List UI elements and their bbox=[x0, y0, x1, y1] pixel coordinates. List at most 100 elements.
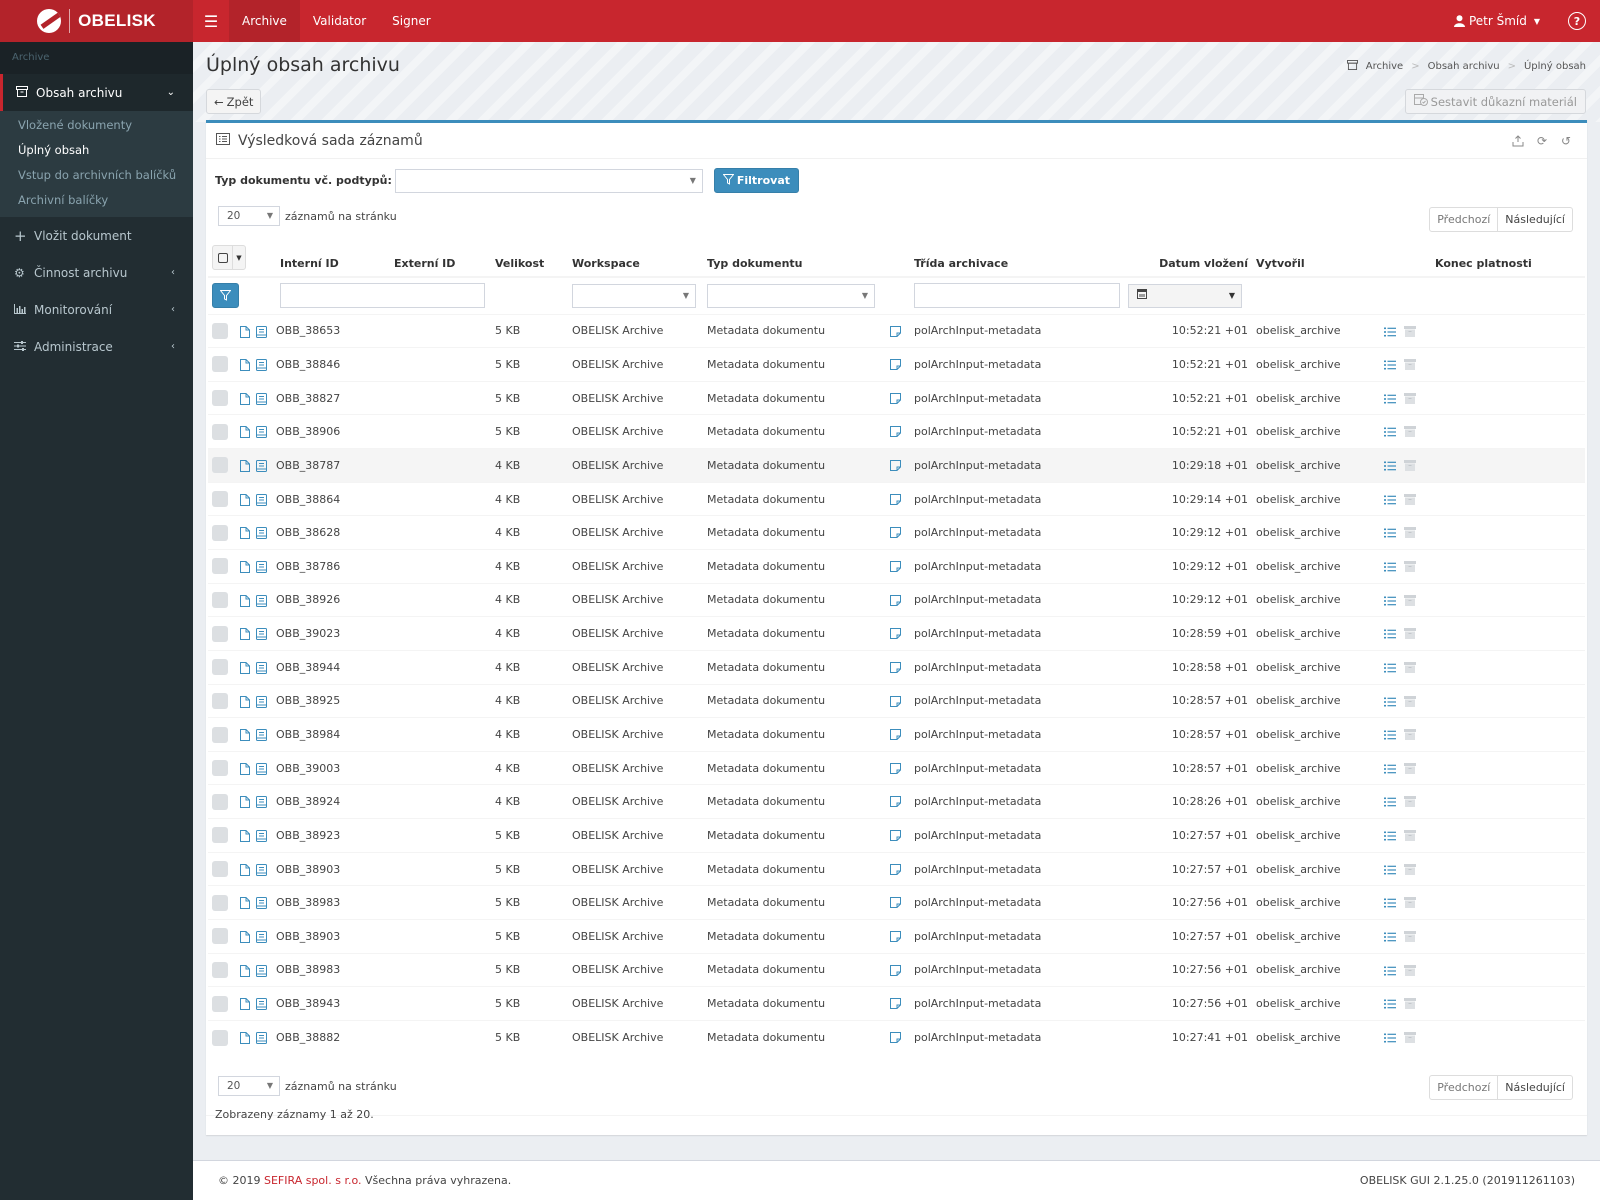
row-checkbox[interactable] bbox=[212, 760, 228, 777]
document-type-detail-icon[interactable] bbox=[890, 964, 901, 979]
internal-id[interactable]: OBB_38906 bbox=[276, 425, 340, 438]
previous-page-button[interactable]: Předchozí bbox=[1429, 207, 1499, 232]
document-icon[interactable] bbox=[240, 931, 250, 946]
list-details-icon[interactable] bbox=[1384, 327, 1396, 340]
sidebar-subitem-vlozene-dokumenty[interactable]: Vložené dokumenty bbox=[0, 113, 193, 138]
archive-class-filter-input[interactable] bbox=[914, 283, 1120, 309]
build-evidence-button[interactable]: Sestavit důkazní materiál bbox=[1404, 89, 1586, 114]
document-icon[interactable] bbox=[240, 359, 250, 374]
document-icon[interactable] bbox=[240, 964, 250, 980]
document-type-detail-icon[interactable] bbox=[890, 325, 901, 340]
document-icon[interactable] bbox=[240, 460, 250, 475]
column-header-archive-class[interactable]: Třída archivace bbox=[910, 243, 1124, 278]
internal-id[interactable]: OBB_38926 bbox=[276, 593, 340, 606]
internal-id[interactable]: OBB_39003 bbox=[276, 762, 340, 775]
previous-page-button[interactable]: Předchozí bbox=[1429, 1075, 1499, 1100]
document-icon[interactable] bbox=[240, 796, 250, 811]
table-row[interactable]: OBB_38983 5 KB OBELISK Archive Metadata dok… bbox=[208, 952, 1585, 987]
table-row[interactable]: OBB_38786 4 KB OBELISK Archive Metadata dok… bbox=[208, 548, 1585, 584]
row-checkbox[interactable] bbox=[212, 1029, 228, 1046]
document-type-detail-icon[interactable] bbox=[890, 762, 901, 777]
user-menu[interactable]: Petr Šmíd ▼ bbox=[1453, 14, 1568, 28]
list-details-icon[interactable] bbox=[1384, 797, 1396, 810]
table-row[interactable]: OBB_38984 4 KB OBELISK Archive Metadata dok… bbox=[208, 717, 1585, 752]
breadcrumb-item-archive[interactable]: Archive bbox=[1366, 61, 1403, 72]
document-type-detail-icon[interactable] bbox=[890, 628, 901, 642]
metadata-book-icon[interactable] bbox=[256, 493, 267, 509]
list-details-icon[interactable] bbox=[1384, 1033, 1396, 1046]
internal-id[interactable]: OBB_38903 bbox=[276, 930, 340, 943]
apply-column-filters-button[interactable] bbox=[212, 283, 239, 309]
internal-id[interactable]: OBB_38943 bbox=[276, 997, 340, 1010]
document-icon[interactable] bbox=[240, 1031, 250, 1047]
sidebar-item-monitorovani[interactable]: Monitorování ‹ bbox=[0, 291, 193, 328]
sidebar-item-cinnost-archivu[interactable]: ⚙ Činnost archivu ‹ bbox=[0, 254, 193, 291]
brand-logo[interactable]: OBELISK bbox=[0, 0, 193, 42]
column-header-size[interactable]: Velikost bbox=[491, 243, 568, 278]
list-details-icon[interactable] bbox=[1384, 663, 1396, 676]
sidebar-item-obsah-archivu[interactable]: Obsah archivu ⌄ bbox=[0, 74, 193, 111]
row-checkbox[interactable] bbox=[212, 659, 228, 676]
document-type-filter-select[interactable]: ▼ bbox=[707, 283, 875, 308]
row-checkbox[interactable] bbox=[212, 726, 228, 743]
metadata-book-icon[interactable] bbox=[256, 998, 267, 1013]
column-header-external-id[interactable]: Externí ID bbox=[390, 243, 491, 278]
row-checkbox[interactable] bbox=[212, 524, 228, 541]
list-details-icon[interactable] bbox=[1384, 966, 1396, 979]
next-page-button[interactable]: Následující bbox=[1498, 207, 1573, 232]
document-type-detail-icon[interactable] bbox=[890, 493, 901, 508]
company-link[interactable]: SEFIRA spol. s r.o. bbox=[264, 1174, 362, 1187]
row-checkbox[interactable] bbox=[212, 356, 228, 373]
metadata-book-icon[interactable] bbox=[256, 729, 267, 744]
table-row[interactable]: OBB_38628 4 KB OBELISK Archive Metadata dok… bbox=[208, 515, 1585, 550]
table-row[interactable]: OBB_38924 4 KB OBELISK Archive Metadata dok… bbox=[208, 784, 1585, 819]
row-checkbox[interactable] bbox=[212, 928, 228, 945]
table-row[interactable]: OBB_39023 4 KB OBELISK Archive Metadata dok… bbox=[208, 616, 1585, 651]
row-checkbox[interactable] bbox=[212, 491, 228, 508]
internal-id[interactable]: OBB_38903 bbox=[276, 863, 340, 876]
back-button[interactable]: ← Zpět bbox=[206, 89, 262, 114]
table-row[interactable]: OBB_38903 5 KB OBELISK Archive Metadata dok… bbox=[208, 919, 1585, 954]
internal-id[interactable]: OBB_38786 bbox=[276, 560, 340, 573]
export-icon[interactable] bbox=[1507, 130, 1529, 152]
row-checkbox[interactable] bbox=[212, 390, 228, 407]
column-header-document-type[interactable]: Typ dokumentu bbox=[703, 243, 910, 278]
row-checkbox[interactable] bbox=[212, 827, 228, 844]
document-icon[interactable] bbox=[240, 628, 250, 643]
metadata-book-icon[interactable] bbox=[256, 594, 267, 610]
list-details-icon[interactable] bbox=[1384, 999, 1396, 1012]
table-row[interactable]: OBB_38827 5 KB OBELISK Archive Metadata dok… bbox=[208, 380, 1585, 415]
row-checkbox[interactable] bbox=[212, 894, 228, 911]
internal-id[interactable]: OBB_38787 bbox=[276, 459, 340, 472]
metadata-book-icon[interactable] bbox=[256, 325, 267, 341]
table-row[interactable]: OBB_38903 5 KB OBELISK Archive Metadata dok… bbox=[208, 851, 1585, 886]
list-details-icon[interactable] bbox=[1384, 528, 1396, 541]
metadata-book-icon[interactable] bbox=[256, 661, 267, 677]
table-row[interactable]: OBB_38983 5 KB OBELISK Archive Metadata dok… bbox=[208, 885, 1585, 920]
metadata-book-icon[interactable] bbox=[256, 560, 267, 576]
filter-button[interactable]: Filtrovat bbox=[713, 168, 800, 193]
internal-id[interactable]: OBB_39023 bbox=[276, 627, 340, 640]
row-checkbox[interactable] bbox=[212, 423, 228, 440]
sidebar-item-administrace[interactable]: Administrace ‹ bbox=[0, 328, 193, 365]
breadcrumb-item-obsah-archivu[interactable]: Obsah archivu bbox=[1428, 61, 1500, 72]
document-type-detail-icon[interactable] bbox=[890, 830, 901, 844]
column-header-workspace[interactable]: Workspace bbox=[568, 243, 703, 278]
nav-archive[interactable]: Archive bbox=[229, 0, 300, 42]
table-row[interactable]: OBB_38787 4 KB OBELISK Archive Metadata dok… bbox=[208, 448, 1585, 483]
hamburger-menu-icon[interactable]: ☰ bbox=[193, 12, 229, 31]
list-details-icon[interactable] bbox=[1384, 898, 1396, 911]
internal-id[interactable]: OBB_38846 bbox=[276, 358, 340, 371]
document-icon[interactable] bbox=[240, 830, 250, 845]
table-row[interactable]: OBB_38944 4 KB OBELISK Archive Metadata dok… bbox=[208, 649, 1585, 685]
row-checkbox[interactable] bbox=[212, 961, 228, 978]
table-row[interactable]: OBB_38925 4 KB OBELISK Archive Metadata dok… bbox=[208, 683, 1585, 718]
document-type-detail-icon[interactable] bbox=[890, 998, 901, 1012]
document-icon[interactable] bbox=[240, 426, 250, 441]
document-type-detail-icon[interactable] bbox=[890, 527, 901, 541]
table-row[interactable]: OBB_38864 4 KB OBELISK Archive Metadata dok… bbox=[208, 481, 1585, 516]
list-details-icon[interactable] bbox=[1384, 495, 1396, 508]
metadata-book-icon[interactable] bbox=[256, 863, 267, 879]
table-row[interactable]: OBB_38846 5 KB OBELISK Archive Metadata dok… bbox=[208, 347, 1585, 382]
document-icon[interactable] bbox=[240, 863, 250, 879]
